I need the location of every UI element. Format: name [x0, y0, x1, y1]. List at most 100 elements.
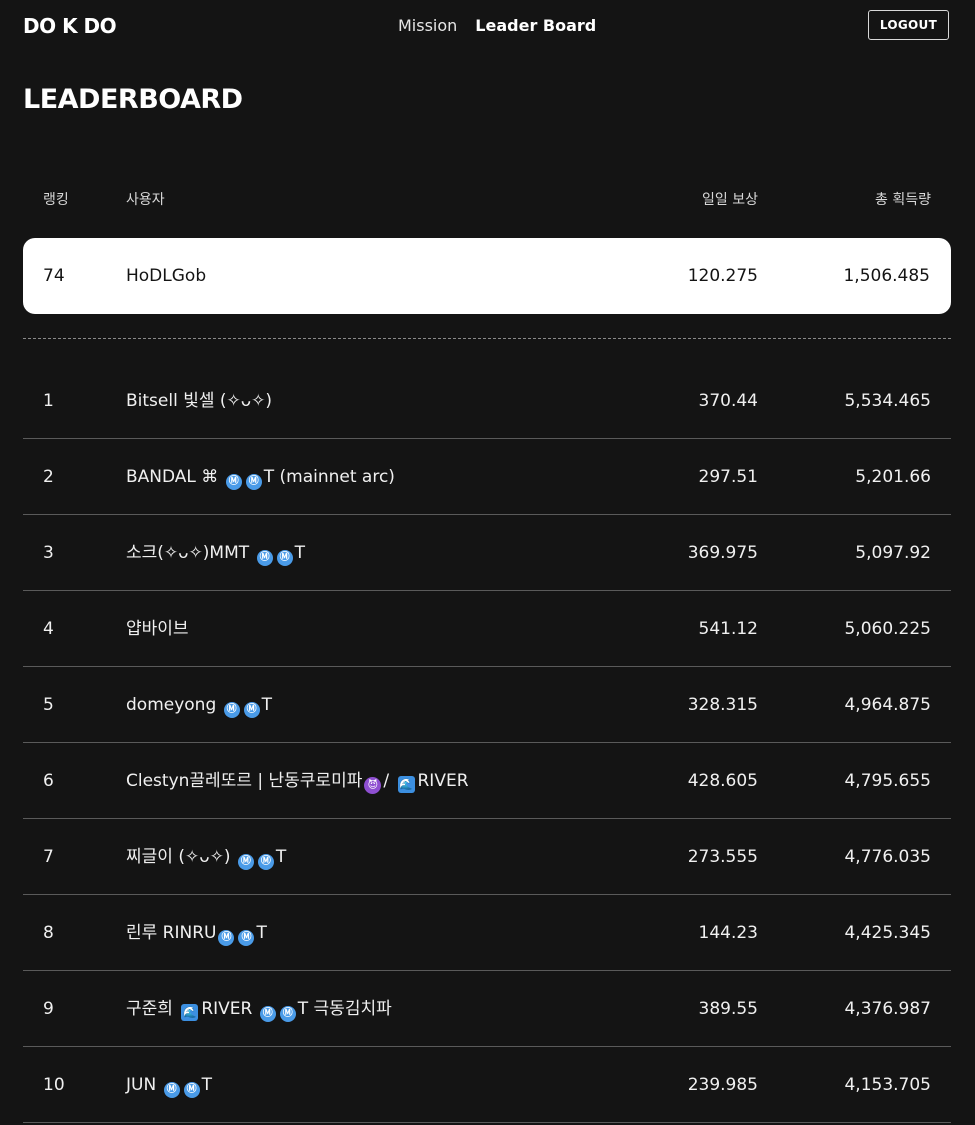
- total-earned: 5,534.465: [844, 391, 931, 411]
- username-text: T (mainnet arc): [263, 467, 395, 487]
- total-earned: 5,060.225: [844, 619, 931, 639]
- daily-reward: 389.55: [698, 999, 758, 1019]
- m-icon: Ⓜ: [256, 550, 273, 566]
- m-icon: Ⓜ: [223, 702, 240, 718]
- username: 린루 RINRU Ⓜ Ⓜ T: [126, 895, 267, 971]
- rank: 1: [43, 391, 54, 411]
- table-row: 8 린루 RINRU Ⓜ Ⓜ T 144.23 4,425.345: [0, 895, 975, 971]
- total-earned: 4,776.035: [844, 847, 931, 867]
- daily-reward: 297.51: [698, 467, 758, 487]
- nav-mission[interactable]: Mission: [398, 14, 457, 38]
- username: JUN Ⓜ Ⓜ T: [126, 1047, 212, 1123]
- wave-icon: 🌊: [181, 1004, 199, 1021]
- total-earned: 4,153.705: [844, 1075, 931, 1095]
- username: Clestyn끌레또르 | 난동쿠로미파 😈 / 🌊 RIVER: [126, 743, 469, 819]
- m-icon: Ⓜ: [237, 854, 254, 870]
- m-icon: Ⓜ: [245, 474, 262, 490]
- column-user: 사용자: [126, 192, 165, 208]
- username-text: RIVER: [201, 999, 258, 1019]
- leaderboard-list: 1 Bitsell 빛셀 (✧ᴗ✧) 370.44 5,534.465 2 BA…: [0, 363, 975, 1123]
- username: 찌글이 (✧ᴗ✧) Ⓜ Ⓜ T: [126, 819, 286, 895]
- username-text: domeyong: [126, 695, 222, 715]
- username-text: 린루 RINRU: [126, 923, 217, 943]
- m-icon: Ⓜ: [225, 474, 242, 490]
- username-text: Bitsell 빛셀 (✧ᴗ✧): [126, 391, 273, 411]
- table-row: 1 Bitsell 빛셀 (✧ᴗ✧) 370.44 5,534.465: [0, 363, 975, 439]
- daily-reward: 273.555: [687, 847, 758, 867]
- username-text: 소크(✧ᴗ✧)MMT: [126, 543, 255, 563]
- username-text: RIVER: [417, 771, 469, 791]
- leaderboard-page: DO K DO Mission Leader Board LOGOUT LEAD…: [0, 0, 975, 1125]
- m-icon: Ⓜ: [238, 930, 255, 946]
- rank: 9: [43, 999, 54, 1019]
- logo[interactable]: DO K DO: [23, 14, 117, 38]
- my-username: HoDLGob: [126, 266, 207, 286]
- username: 구준희 🌊 RIVER Ⓜ Ⓜ T 극동김치파: [126, 971, 392, 1047]
- username: 소크(✧ᴗ✧)MMT Ⓜ Ⓜ T: [126, 515, 305, 591]
- username-text: T: [261, 695, 273, 715]
- my-rank: 74: [43, 266, 65, 286]
- devil-icon: 😈: [364, 777, 382, 794]
- rank: 5: [43, 695, 54, 715]
- total-earned: 5,097.92: [855, 543, 931, 563]
- rank: 3: [43, 543, 54, 563]
- column-daily-reward: 일일 보상: [702, 192, 758, 208]
- username-text: BANDAL ⌘: [126, 467, 224, 487]
- username: BANDAL ⌘ Ⓜ Ⓜ T (mainnet arc): [126, 439, 395, 515]
- nav-leaderboard[interactable]: Leader Board: [475, 14, 596, 38]
- table-header: 랭킹 사용자 일일 보상 총 획득량: [0, 186, 975, 214]
- username-text: /: [383, 771, 395, 791]
- total-earned: 4,376.987: [844, 999, 931, 1019]
- m-icon: Ⓜ: [183, 1082, 200, 1098]
- table-row: 7 찌글이 (✧ᴗ✧) Ⓜ Ⓜ T 273.555 4,776.035: [0, 819, 975, 895]
- rank: 7: [43, 847, 54, 867]
- table-row: 5 domeyong Ⓜ Ⓜ T 328.315 4,964.875: [0, 667, 975, 743]
- top-header: DO K DO Mission Leader Board LOGOUT: [0, 0, 975, 52]
- wave-icon: 🌊: [397, 776, 415, 793]
- username: Bitsell 빛셀 (✧ᴗ✧): [126, 363, 272, 439]
- rank: 4: [43, 619, 54, 639]
- username-text: Clestyn끌레또르 | 난동쿠로미파: [126, 771, 363, 791]
- column-rank: 랭킹: [43, 192, 69, 208]
- total-earned: 5,201.66: [855, 467, 931, 487]
- m-icon: Ⓜ: [276, 550, 293, 566]
- username-text: 얍바이브: [126, 619, 189, 639]
- daily-reward: 369.975: [687, 543, 758, 563]
- page-title: LEADERBOARD: [23, 84, 243, 115]
- my-daily-reward: 120.275: [687, 266, 758, 286]
- total-earned: 4,964.875: [844, 695, 931, 715]
- m-icon: Ⓜ: [257, 854, 274, 870]
- rank: 10: [43, 1075, 65, 1095]
- daily-reward: 239.985: [687, 1075, 758, 1095]
- table-row: 4 얍바이브 541.12 5,060.225: [0, 591, 975, 667]
- username-text: T: [275, 847, 287, 867]
- username-text: T: [294, 543, 305, 563]
- total-earned: 4,795.655: [844, 771, 931, 791]
- username-text: T: [256, 923, 267, 943]
- daily-reward: 144.23: [698, 923, 758, 943]
- table-row: 2 BANDAL ⌘ Ⓜ Ⓜ T (mainnet arc) 297.51 5,20…: [0, 439, 975, 515]
- username-text: T: [201, 1075, 212, 1095]
- username-text: JUN: [126, 1075, 162, 1095]
- logout-button[interactable]: LOGOUT: [868, 10, 949, 40]
- username: domeyong Ⓜ Ⓜ T: [126, 667, 272, 743]
- column-total-earned: 총 획득량: [875, 192, 931, 208]
- username: 얍바이브: [126, 591, 189, 667]
- m-icon: Ⓜ: [279, 1006, 296, 1022]
- m-icon: Ⓜ: [163, 1082, 180, 1098]
- daily-reward: 328.315: [687, 695, 758, 715]
- m-icon: Ⓜ: [259, 1006, 276, 1022]
- table-row: 9 구준희 🌊 RIVER Ⓜ Ⓜ T 극동김치파 389.55 4,376.987: [0, 971, 975, 1047]
- m-icon: Ⓜ: [218, 930, 235, 946]
- rank: 8: [43, 923, 54, 943]
- m-icon: Ⓜ: [243, 702, 260, 718]
- rank: 6: [43, 771, 54, 791]
- rank: 2: [43, 467, 54, 487]
- divider: [23, 338, 951, 339]
- username-text: 구준희: [126, 999, 179, 1019]
- main-nav: Mission Leader Board: [398, 14, 596, 38]
- table-row: 3 소크(✧ᴗ✧)MMT Ⓜ Ⓜ T 369.975 5,097.92: [0, 515, 975, 591]
- table-row: 10 JUN Ⓜ Ⓜ T 239.985 4,153.705: [0, 1047, 975, 1123]
- total-earned: 4,425.345: [844, 923, 931, 943]
- daily-reward: 370.44: [698, 391, 758, 411]
